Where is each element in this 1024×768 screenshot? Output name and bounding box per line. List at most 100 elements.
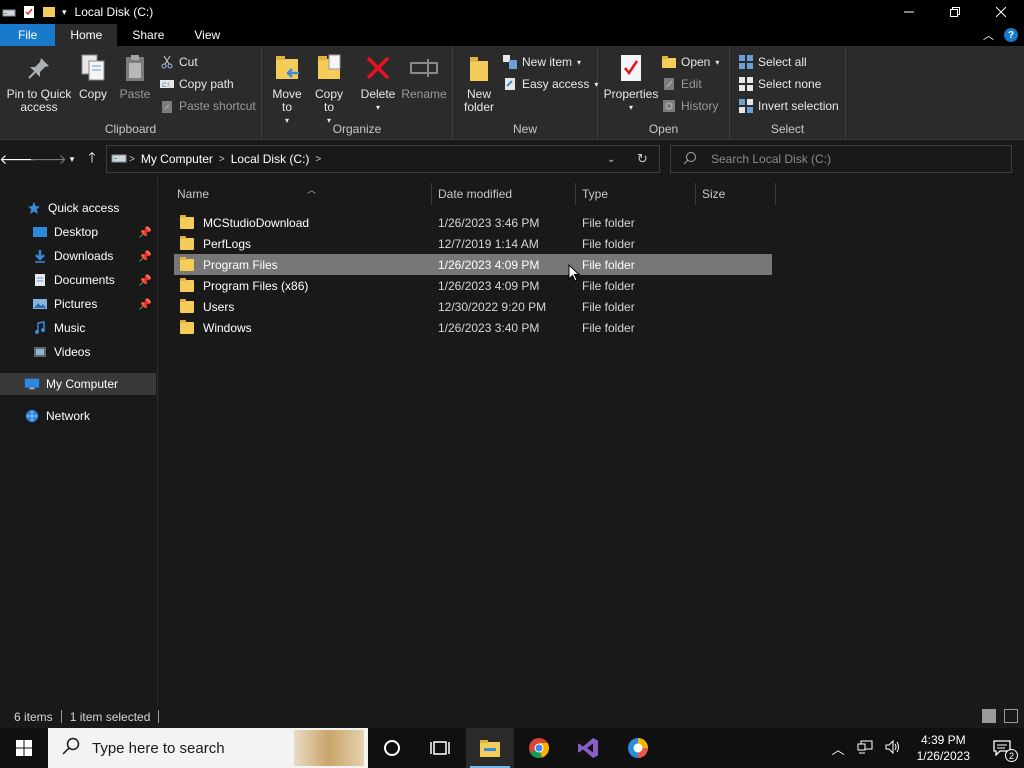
- ribbon-tabs: File Home Share View ︿ ?: [0, 24, 1024, 46]
- navigation-pane: Quick access Desktop 📌 Downloads 📌 Docum…: [0, 177, 158, 705]
- properties-button[interactable]: Properties ▾: [604, 52, 658, 114]
- delete-button[interactable]: Delete ▾: [360, 52, 396, 114]
- refresh-icon[interactable]: ↻: [637, 151, 648, 167]
- recent-locations-button[interactable]: ▾: [62, 149, 82, 169]
- file-name: Users: [203, 299, 235, 314]
- ribbon: Pin to Quick access Copy Paste Cut C:\ C…: [0, 46, 1024, 140]
- history-button[interactable]: History: [662, 97, 718, 115]
- action-center-button[interactable]: 2: [990, 738, 1018, 762]
- copy-path-icon: C:\: [160, 77, 174, 91]
- nav-quick-access[interactable]: Quick access: [0, 197, 156, 219]
- address-dropdown-icon[interactable]: ⌄: [607, 154, 615, 165]
- cortana-button[interactable]: [368, 728, 416, 768]
- open-button[interactable]: Open ▾: [662, 53, 719, 71]
- task-view-button[interactable]: [416, 728, 464, 768]
- folder-icon: [180, 256, 194, 271]
- open-dropdown-icon: ▾: [715, 57, 720, 67]
- easy-access-button[interactable]: Easy access ▾: [503, 75, 598, 93]
- select-all-label: Select all: [758, 55, 807, 69]
- table-row[interactable]: Windows 1/26/2023 3:40 PM File folder: [174, 317, 772, 338]
- nav-videos[interactable]: Videos: [0, 341, 156, 363]
- invert-selection-button[interactable]: Invert selection: [739, 97, 839, 115]
- column-name-label: Name: [177, 187, 210, 201]
- select-all-icon: [739, 55, 753, 69]
- column-header-name[interactable]: Name ︿: [171, 183, 432, 205]
- nav-documents[interactable]: Documents 📌: [0, 269, 156, 291]
- search-highlight-image: [294, 730, 364, 766]
- tab-file[interactable]: File: [0, 24, 56, 46]
- nav-network-label: Network: [46, 409, 91, 423]
- tab-share[interactable]: Share: [117, 24, 179, 46]
- music-note-icon: [32, 320, 48, 336]
- breadcrumb-local-disk[interactable]: Local Disk (C:): [231, 152, 310, 166]
- collapse-ribbon-icon[interactable]: ︿: [983, 27, 994, 43]
- paste-button[interactable]: Paste: [117, 52, 153, 101]
- breadcrumb-separator-icon[interactable]: >: [315, 154, 321, 165]
- table-row[interactable]: Users 12/30/2022 9:20 PM File folder: [174, 296, 772, 317]
- new-folder-button[interactable]: New folder: [461, 52, 497, 114]
- large-icons-view-button[interactable]: [1004, 709, 1018, 723]
- clock[interactable]: 4:39 PM 1/26/2023: [917, 732, 970, 764]
- download-arrow-icon: [32, 248, 48, 264]
- breadcrumb-my-computer[interactable]: My Computer: [141, 152, 213, 166]
- taskbar-search-box[interactable]: Type here to search: [48, 728, 368, 768]
- copy-to-button[interactable]: Copy to ▾: [312, 52, 346, 127]
- pin-to-quick-access-button[interactable]: Pin to Quick access: [6, 52, 72, 114]
- copy-path-button[interactable]: C:\ Copy path: [160, 75, 234, 93]
- table-row[interactable]: PerfLogs 12/7/2019 1:14 AM File folder: [174, 233, 772, 254]
- tab-home[interactable]: Home: [55, 24, 118, 46]
- network-monitor-icon[interactable]: [857, 740, 873, 757]
- edit-button[interactable]: Edit: [662, 75, 702, 93]
- chrome-icon: [529, 738, 550, 758]
- quick-access-toolbar: ▾: [0, 0, 67, 24]
- table-row[interactable]: Program Files (x86) 1/26/2023 4:09 PM Fi…: [174, 275, 772, 296]
- nav-pictures[interactable]: Pictures 📌: [0, 293, 156, 315]
- restore-button[interactable]: [932, 0, 978, 24]
- visual-studio-taskbar-button[interactable]: [564, 728, 612, 768]
- address-bar[interactable]: > My Computer > Local Disk (C:) > ⌄ ↻: [106, 145, 660, 173]
- rename-button[interactable]: Rename: [401, 52, 447, 101]
- minimize-button[interactable]: [886, 0, 932, 24]
- tab-view[interactable]: View: [179, 24, 235, 46]
- back-button[interactable]: 🡐: [0, 149, 37, 169]
- nav-music-label: Music: [54, 321, 86, 335]
- up-button[interactable]: 🡑: [82, 149, 102, 169]
- nav-my-computer[interactable]: My Computer: [0, 373, 156, 395]
- paste-shortcut-button[interactable]: Paste shortcut: [160, 97, 256, 115]
- qat-dropdown-icon[interactable]: ▾: [62, 7, 67, 18]
- nav-downloads[interactable]: Downloads 📌: [0, 245, 156, 267]
- new-folder-qat-icon[interactable]: [42, 5, 56, 19]
- chrome-taskbar-button[interactable]: [515, 728, 563, 768]
- start-button[interactable]: [0, 728, 48, 768]
- move-to-button[interactable]: Move to ▾: [270, 52, 304, 127]
- move-to-icon: [271, 52, 303, 84]
- details-view-button[interactable]: [982, 709, 996, 723]
- volume-icon[interactable]: [885, 739, 901, 757]
- select-none-button[interactable]: Select none: [739, 75, 821, 93]
- forward-button[interactable]: 🡒: [29, 149, 67, 169]
- column-header-size[interactable]: Size: [696, 183, 776, 205]
- nav-music[interactable]: Music: [0, 317, 156, 339]
- help-icon[interactable]: ?: [1004, 28, 1018, 42]
- column-header-date[interactable]: Date modified: [432, 183, 576, 205]
- browser-taskbar-button[interactable]: [614, 728, 662, 768]
- show-hidden-icons-chevron-icon[interactable]: ︿: [832, 739, 845, 758]
- select-all-button[interactable]: Select all: [739, 53, 807, 71]
- search-box[interactable]: Search Local Disk (C:): [670, 145, 1012, 173]
- new-item-button[interactable]: New item ▾: [503, 53, 581, 71]
- new-group: New folder New item ▾ Easy access ▾ New: [453, 46, 598, 140]
- copy-button[interactable]: Copy: [76, 52, 110, 101]
- table-row[interactable]: MCStudioDownload 1/26/2023 3:46 PM File …: [174, 212, 772, 233]
- rename-icon: [408, 52, 440, 84]
- file-explorer-taskbar-button[interactable]: [466, 728, 514, 768]
- nav-network[interactable]: Network: [0, 405, 156, 427]
- close-button[interactable]: [978, 0, 1024, 24]
- column-header-type[interactable]: Type: [576, 183, 696, 205]
- nav-desktop[interactable]: Desktop 📌: [0, 221, 156, 243]
- properties-qat-icon[interactable]: [22, 5, 36, 19]
- table-row-selected[interactable]: Program Files 1/26/2023 4:09 PM File fol…: [174, 254, 772, 275]
- cut-button[interactable]: Cut: [160, 53, 198, 71]
- organize-group-label: Organize: [332, 122, 382, 136]
- computer-icon: [24, 376, 40, 392]
- network-icon: [24, 408, 40, 424]
